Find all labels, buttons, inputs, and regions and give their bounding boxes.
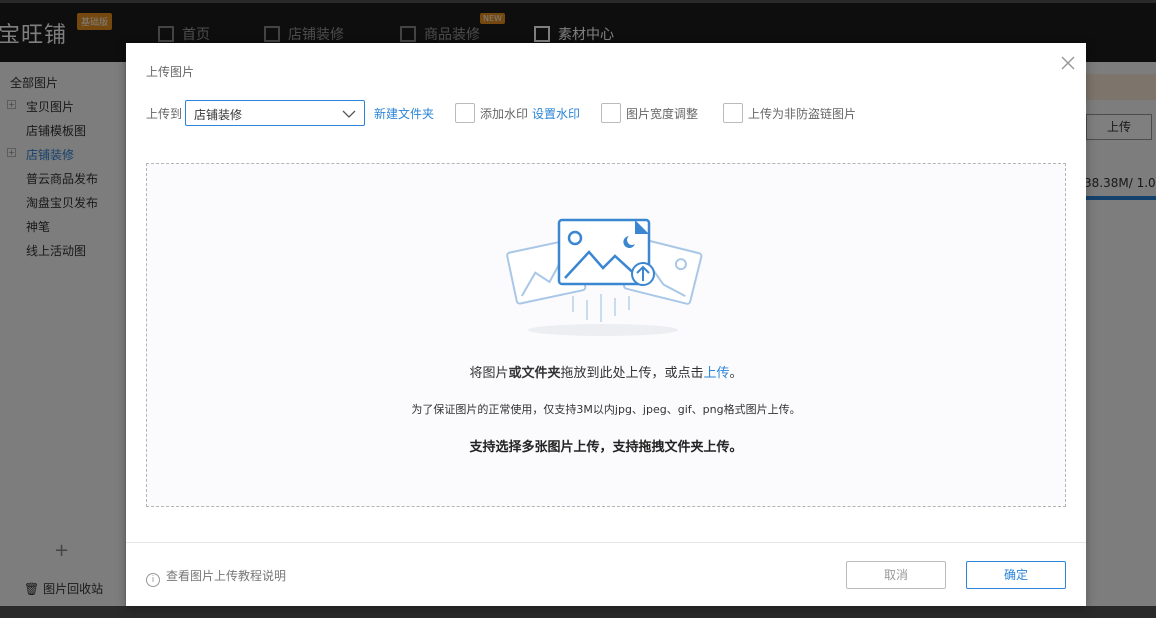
format-restriction-note: 为了保证图片的正常使用，仅支持3M以内jpg、jpeg、gif、png格式图片上… [411,403,801,416]
dialog-title: 上传图片 [146,65,195,79]
cancel-button[interactable]: 取消 [846,561,946,589]
close-icon [1061,56,1075,70]
dropzone-upload-link[interactable]: 上传 [704,366,730,381]
dropzone-instruction: 将图片或文件夹拖放到此处上传，或点击上传。 [147,362,1065,381]
dropzone-text-bold: 或文件夹 [508,366,561,381]
dropzone-text-mid: 拖放到此处上传，或点击 [560,366,704,381]
watermark-label: 添加水印 [480,107,529,121]
upload-dropzone[interactable]: 将图片或文件夹拖放到此处上传，或点击上传。 为了保证图片的正常使用，仅支持3M以… [146,163,1066,507]
upload-to-label: 上传到 [146,107,183,121]
upload-image-dialog: 上传图片 上传到 店铺装修 新建文件夹 添加水印 设置水印 图片宽度调整 上传为… [126,43,1086,606]
multi-upload-note: 支持选择多张图片上传，支持拖拽文件夹上传。 [469,440,743,455]
new-folder-link[interactable]: 新建文件夹 [374,105,434,122]
info-icon: i [146,573,160,587]
confirm-button[interactable]: 确定 [966,561,1066,589]
upload-options-toolbar: 上传到 店铺装修 新建文件夹 添加水印 设置水印 图片宽度调整 上传为非防盗链图… [146,100,1066,126]
width-adjust-checkbox[interactable] [601,103,621,123]
close-button[interactable] [1056,51,1080,75]
non-hotlink-checkbox[interactable] [723,103,743,123]
target-folder-select[interactable]: 店铺装修 [185,100,365,126]
target-folder-value: 店铺装修 [194,108,243,122]
dropzone-text-prefix: 将图片 [469,366,509,381]
non-hotlink-label: 上传为非防盗链图片 [748,107,857,121]
upload-tutorial-link[interactable]: i 查看图片上传教程说明 [146,567,286,587]
upload-tutorial-label: 查看图片上传教程说明 [166,569,287,583]
dropzone-text-suffix: 。 [729,366,743,381]
watermark-settings-link[interactable]: 设置水印 [532,105,580,122]
width-adjust-label: 图片宽度调整 [626,107,699,121]
watermark-checkbox[interactable] [455,103,475,123]
image-upload-illustration-icon [506,218,703,336]
chevron-down-icon [342,110,356,118]
taskbar-strip [0,606,1156,618]
dialog-footer: i 查看图片上传教程说明 取消 确定 [126,542,1086,606]
